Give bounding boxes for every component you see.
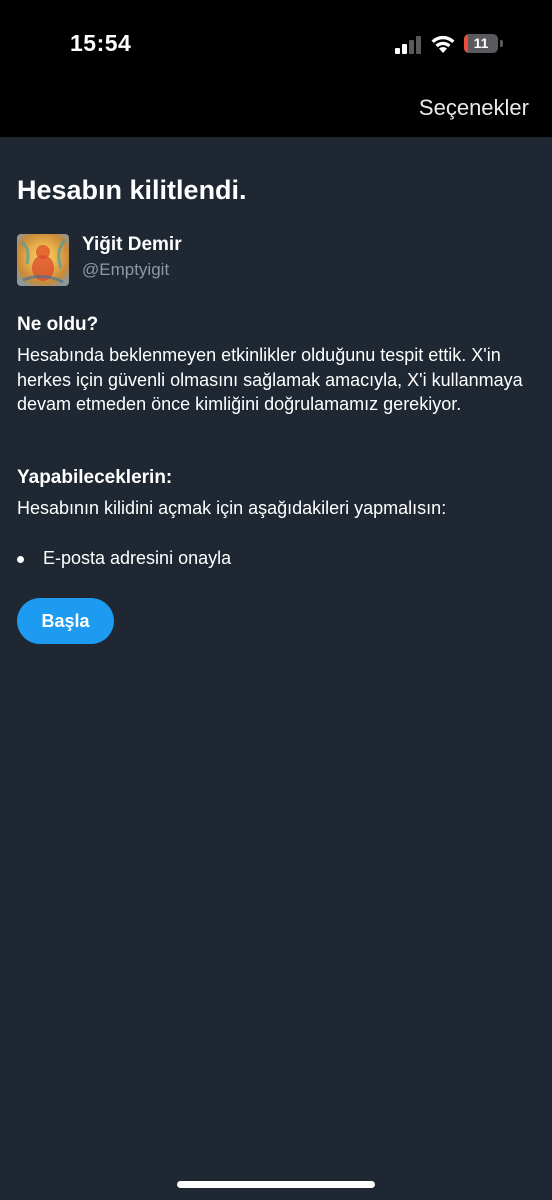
user-handle: @Emptyigit	[82, 260, 170, 279]
bullet-icon	[17, 556, 24, 563]
avatar	[17, 234, 69, 286]
battery-body: 11	[464, 34, 498, 53]
what-happened-text: Hesabında beklenmeyen etkinlikler olduğu…	[17, 345, 523, 414]
battery-tip	[500, 40, 503, 47]
start-button[interactable]: Başla	[17, 598, 114, 644]
what-you-can-do-heading: Yapabileceklerin:	[17, 467, 173, 488]
home-indicator[interactable]	[177, 1181, 375, 1188]
top-bar: 15:54 11 Seçenekler	[0, 0, 552, 137]
battery-level-text: 11	[473, 35, 489, 51]
what-you-can-do-text: Hesabının kilidini açmak için aşağıdakil…	[17, 498, 447, 518]
status-time: 15:54	[70, 30, 132, 56]
wifi-icon	[431, 35, 455, 53]
page-title: Hesabın kilitlendi.	[17, 175, 247, 205]
what-happened-heading: Ne oldu?	[17, 314, 99, 335]
list-item: E-posta adresini onayla	[17, 548, 232, 569]
list-item-label: E-posta adresini onayla	[43, 548, 232, 568]
user-name: Yiğit Demir	[82, 234, 182, 255]
battery-icon: 11	[464, 34, 504, 54]
cellular-signal-icon	[395, 36, 421, 54]
avatar-image	[17, 234, 69, 286]
options-button[interactable]: Seçenekler	[419, 95, 529, 121]
